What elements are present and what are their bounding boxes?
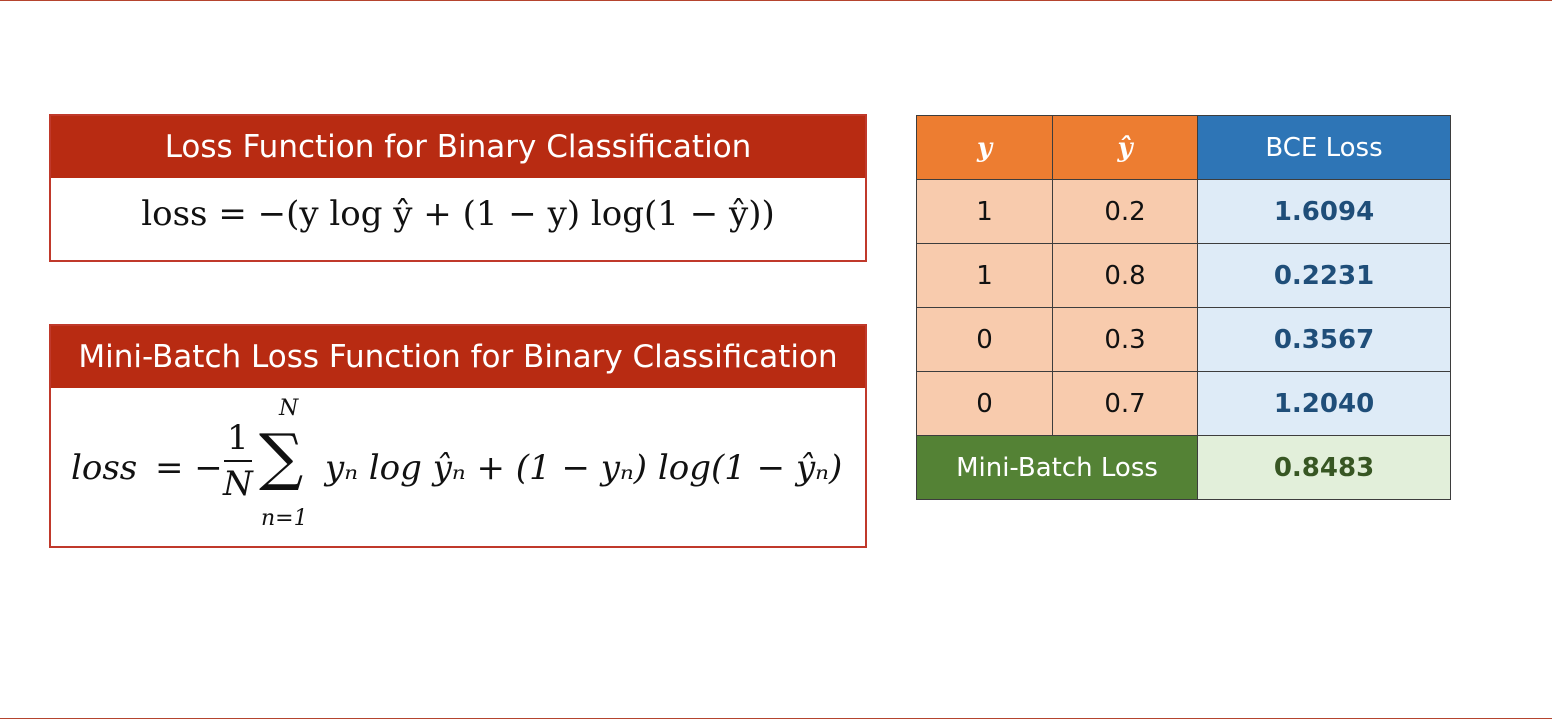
header-y: y (916, 115, 1053, 180)
cell-y-hat: 0.8 (1052, 243, 1198, 308)
formula-equals-minus: = − (155, 448, 223, 488)
formula-rhs: yₙ log ŷₙ + (1 − yₙ) log(1 − ŷₙ) (325, 448, 843, 488)
top-rule (0, 0, 1552, 1)
mini-batch-loss-title: Mini-Batch Loss Function for Binary Clas… (51, 326, 865, 388)
cell-y-hat: 0.2 (1052, 179, 1198, 244)
mini-batch-loss-value: 0.8483 (1197, 435, 1451, 500)
fraction-numerator: 1 (227, 418, 249, 458)
loss-function-formula: loss = −(y log ŷ + (1 − y) log(1 − ŷ)) (141, 194, 775, 234)
cell-y-hat: 0.3 (1052, 307, 1198, 372)
table-row: 1 0.2 1.6094 (916, 179, 1451, 244)
sum-upper-limit: N (279, 396, 299, 421)
cell-y-hat: 0.7 (1052, 371, 1198, 436)
cell-y: 1 (916, 179, 1053, 244)
cell-y: 0 (916, 307, 1053, 372)
header-y-hat: ŷ (1052, 115, 1198, 180)
fraction-bar (223, 460, 252, 462)
cell-bce-loss: 0.3567 (1197, 307, 1451, 372)
bottom-rule (0, 718, 1552, 719)
table-row: 0 0.7 1.2040 (916, 371, 1451, 436)
table-row: 1 0.8 0.2231 (916, 243, 1451, 308)
mini-batch-loss-box: Mini-Batch Loss Function for Binary Clas… (49, 324, 867, 548)
bce-loss-table: y ŷ BCE Loss 1 0.2 1.6094 1 0.8 0.2231 0… (916, 115, 1451, 500)
table-row: 0 0.3 0.3567 (916, 307, 1451, 372)
mini-batch-loss-formula: loss = − 1 N N ∑ n=1 yₙ log ŷₙ + (1 − yₙ… (71, 388, 851, 546)
table-footer-row: Mini-Batch Loss 0.8483 (916, 435, 1451, 500)
summation-symbol: ∑ (259, 420, 304, 493)
sum-lower-limit: n=1 (261, 506, 308, 531)
cell-y: 0 (916, 371, 1053, 436)
formula-fraction: 1 N (223, 418, 253, 504)
fraction-denominator: N (223, 464, 253, 504)
table-header-row: y ŷ BCE Loss (916, 115, 1451, 180)
header-bce-loss: BCE Loss (1197, 115, 1451, 180)
cell-bce-loss: 0.2231 (1197, 243, 1451, 308)
cell-y: 1 (916, 243, 1053, 308)
formula-lhs: loss (71, 448, 138, 488)
loss-function-title: Loss Function for Binary Classification (51, 116, 865, 178)
loss-function-box: Loss Function for Binary Classification … (49, 114, 867, 262)
mini-batch-loss-label: Mini-Batch Loss (916, 435, 1198, 500)
cell-bce-loss: 1.2040 (1197, 371, 1451, 436)
cell-bce-loss: 1.6094 (1197, 179, 1451, 244)
